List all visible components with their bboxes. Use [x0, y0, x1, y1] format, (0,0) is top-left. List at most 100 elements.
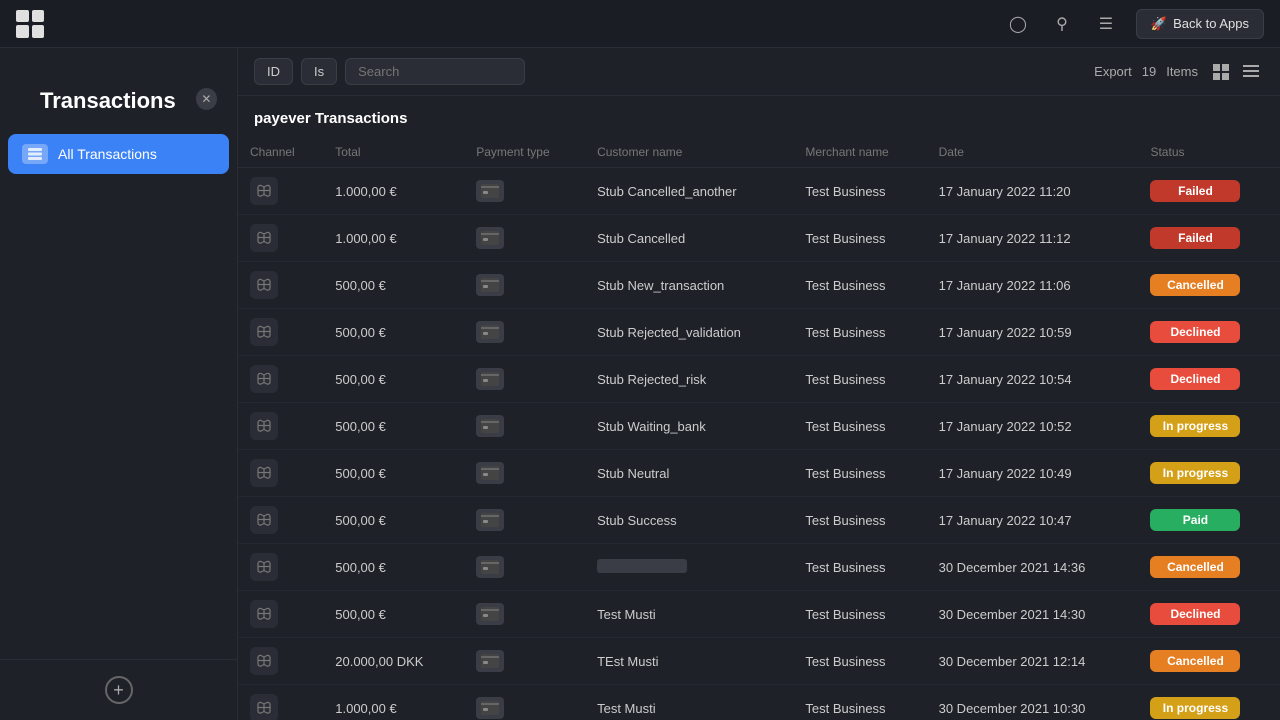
table-title: payever Transactions	[238, 96, 1280, 137]
items-label: Items	[1166, 64, 1198, 79]
cell-merchant-name: Test Business	[793, 168, 926, 215]
back-to-apps-button[interactable]: 🚀 Back to Apps	[1136, 9, 1264, 39]
cell-payment-type	[464, 497, 585, 544]
table-row[interactable]: 500,00 €Stub Rejected_riskTest Business1…	[238, 356, 1280, 403]
cell-customer-name: Stub Neutral	[585, 450, 793, 497]
cell-channel	[238, 262, 323, 309]
cell-payment-type	[464, 168, 585, 215]
status-badge: Cancelled	[1150, 650, 1240, 672]
cell-channel	[238, 591, 323, 638]
status-badge: Failed	[1150, 180, 1240, 202]
cell-date: 17 January 2022 11:20	[927, 168, 1139, 215]
cell-date: 30 December 2021 14:30	[927, 591, 1139, 638]
cell-total: 500,00 €	[323, 356, 464, 403]
is-filter[interactable]: Is	[301, 58, 337, 85]
payment-card-icon	[476, 321, 504, 343]
channel-icon	[250, 600, 278, 628]
table-row[interactable]: 500,00 €Test MustiTest Business30 Decemb…	[238, 591, 1280, 638]
all-transactions-label: All Transactions	[58, 146, 157, 162]
cell-merchant-name: Test Business	[793, 403, 926, 450]
search-input[interactable]	[345, 58, 525, 85]
export-button[interactable]: Export	[1094, 64, 1132, 79]
channel-icon	[250, 271, 278, 299]
cell-payment-type	[464, 215, 585, 262]
channel-icon	[250, 459, 278, 487]
cell-channel	[238, 638, 323, 685]
cell-payment-type	[464, 591, 585, 638]
status-badge: Declined	[1150, 321, 1240, 343]
cell-payment-type	[464, 356, 585, 403]
cell-payment-type	[464, 685, 585, 720]
redacted-name	[597, 559, 687, 573]
table-row[interactable]: 500,00 €Stub Rejected_validationTest Bus…	[238, 309, 1280, 356]
search-icon[interactable]: ⚲	[1048, 10, 1076, 38]
table-row[interactable]: 500,00 €Test Business30 December 2021 14…	[238, 544, 1280, 591]
cell-customer-name: Stub Waiting_bank	[585, 403, 793, 450]
channel-icon	[250, 365, 278, 393]
cell-payment-type	[464, 309, 585, 356]
status-badge: In progress	[1150, 697, 1240, 719]
cell-customer-name: Test Musti	[585, 685, 793, 720]
channel-icon	[250, 412, 278, 440]
col-date: Date	[927, 137, 1139, 168]
table-row[interactable]: 1.000,00 €Test MustiTest Business30 Dece…	[238, 685, 1280, 720]
table-row[interactable]: 500,00 €Stub NeutralTest Business17 Janu…	[238, 450, 1280, 497]
payment-card-icon	[476, 603, 504, 625]
cell-total: 1.000,00 €	[323, 215, 464, 262]
cell-customer-name: Stub Rejected_risk	[585, 356, 793, 403]
cell-customer-name: Stub Cancelled_another	[585, 168, 793, 215]
sidebar-footer: +	[0, 659, 237, 720]
add-button[interactable]: +	[105, 676, 133, 704]
cell-customer-name	[585, 544, 793, 591]
table-row[interactable]: 20.000,00 DKKTEst MustiTest Business30 D…	[238, 638, 1280, 685]
layout-icons	[1208, 59, 1264, 85]
cell-status: Failed	[1138, 215, 1280, 262]
cell-status: In progress	[1138, 450, 1280, 497]
status-badge: Cancelled	[1150, 274, 1240, 296]
cell-status: Paid	[1138, 497, 1280, 544]
cell-channel	[238, 497, 323, 544]
table-row[interactable]: 500,00 €Stub Waiting_bankTest Business17…	[238, 403, 1280, 450]
payment-card-icon	[476, 509, 504, 531]
sidebar-title: Transactions	[20, 68, 196, 130]
cell-total: 500,00 €	[323, 450, 464, 497]
cell-channel	[238, 450, 323, 497]
cell-channel	[238, 168, 323, 215]
cell-merchant-name: Test Business	[793, 685, 926, 720]
cell-customer-name: Stub New_transaction	[585, 262, 793, 309]
cell-status: In progress	[1138, 685, 1280, 720]
cell-status: Declined	[1138, 309, 1280, 356]
cell-total: 500,00 €	[323, 403, 464, 450]
payment-card-icon	[476, 697, 504, 719]
main-content: ID Is Export 19 Items	[238, 48, 1280, 720]
channel-icon	[250, 506, 278, 534]
id-filter[interactable]: ID	[254, 58, 293, 85]
channel-icon	[250, 177, 278, 205]
table-row[interactable]: 1.000,00 €Stub CancelledTest Business17 …	[238, 215, 1280, 262]
cell-total: 500,00 €	[323, 544, 464, 591]
profile-icon[interactable]: ◯	[1004, 10, 1032, 38]
cell-customer-name: Stub Rejected_validation	[585, 309, 793, 356]
table-row[interactable]: 500,00 €Stub SuccessTest Business17 Janu…	[238, 497, 1280, 544]
cell-date: 17 January 2022 10:59	[927, 309, 1139, 356]
table-row[interactable]: 500,00 €Stub New_transactionTest Busines…	[238, 262, 1280, 309]
cell-channel	[238, 544, 323, 591]
grid-layout-icon[interactable]	[1208, 59, 1234, 85]
cell-merchant-name: Test Business	[793, 356, 926, 403]
cell-channel	[238, 309, 323, 356]
cell-date: 17 January 2022 11:06	[927, 262, 1139, 309]
cell-customer-name: Test Musti	[585, 591, 793, 638]
menu-icon[interactable]: ☰	[1092, 10, 1120, 38]
cell-total: 500,00 €	[323, 591, 464, 638]
cell-payment-type	[464, 638, 585, 685]
cell-status: Failed	[1138, 168, 1280, 215]
sidebar-close-icon[interactable]: ✕	[196, 88, 217, 110]
table-row[interactable]: 1.000,00 €Stub Cancelled_anotherTest Bus…	[238, 168, 1280, 215]
payment-card-icon	[476, 650, 504, 672]
list-layout-icon[interactable]	[1238, 59, 1264, 85]
cell-date: 17 January 2022 11:12	[927, 215, 1139, 262]
nav-left	[16, 10, 44, 38]
sidebar-item-all-transactions[interactable]: All Transactions	[8, 134, 229, 174]
cell-payment-type	[464, 450, 585, 497]
cell-channel	[238, 685, 323, 720]
